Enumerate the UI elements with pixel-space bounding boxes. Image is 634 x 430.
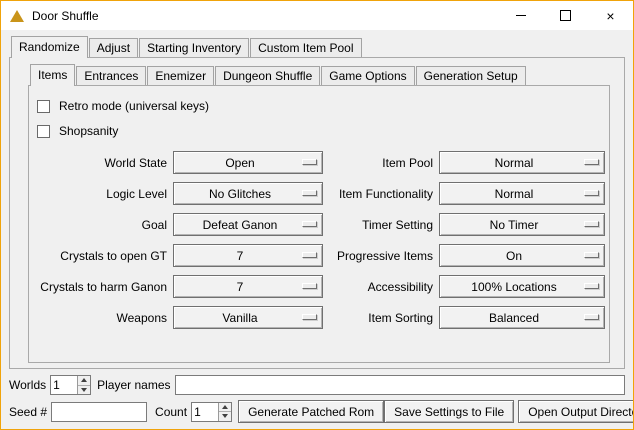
accessibility-dropdown[interactable]: 100% Locations	[439, 275, 605, 298]
arrow-up-icon	[81, 378, 87, 382]
maximize-icon	[560, 10, 571, 21]
tab-game-options[interactable]: Game Options	[321, 66, 414, 85]
shopsanity-checkbox[interactable]	[37, 125, 50, 138]
dropdown-indicator-icon	[584, 221, 599, 227]
item-sorting-label: Item Sorting	[329, 311, 433, 325]
retro-mode-checkrow[interactable]: Retro mode (universal keys)	[37, 96, 603, 116]
worlds-spinbox[interactable]	[50, 375, 91, 395]
door-shuffle-window: Door Shuffle × Randomize Adjust Starting…	[0, 0, 634, 430]
logic-level-label: Logic Level	[37, 187, 167, 201]
shopsanity-label: Shopsanity	[59, 124, 118, 138]
world-state-label: World State	[37, 156, 167, 170]
player-names-label: Player names	[97, 378, 170, 392]
count-spinbox[interactable]	[191, 402, 232, 422]
generate-patched-rom-button[interactable]: Generate Patched Rom	[238, 400, 384, 423]
dropdown-indicator-icon	[302, 252, 317, 258]
crystals-open-gt-dropdown[interactable]: 7	[173, 244, 323, 267]
logic-level-dropdown[interactable]: No Glitches	[173, 182, 323, 205]
tab-adjust[interactable]: Adjust	[89, 38, 138, 57]
dropdown-indicator-icon	[302, 283, 317, 289]
tab-generation-setup[interactable]: Generation Setup	[416, 66, 526, 85]
worlds-spin-arrows	[77, 376, 90, 394]
seed-input[interactable]	[51, 402, 147, 422]
arrow-down-icon	[81, 388, 87, 392]
dropdown-indicator-icon	[302, 159, 317, 165]
tab-starting-inventory[interactable]: Starting Inventory	[139, 38, 249, 57]
timer-setting-dropdown[interactable]: No Timer	[439, 213, 605, 236]
minimize-icon	[516, 15, 526, 16]
minimize-button[interactable]	[498, 1, 543, 30]
randomize-panel: Items Entrances Enemizer Dungeon Shuffle…	[9, 57, 625, 369]
dropdown-indicator-icon	[584, 159, 599, 165]
dropdown-indicator-icon	[584, 252, 599, 258]
world-state-dropdown[interactable]: Open	[173, 151, 323, 174]
tab-enemizer[interactable]: Enemizer	[147, 66, 214, 85]
dropdown-indicator-icon	[584, 190, 599, 196]
weapons-label: Weapons	[37, 311, 167, 325]
crystals-harm-ganon-dropdown[interactable]: 7	[173, 275, 323, 298]
goal-dropdown[interactable]: Defeat Ganon	[173, 213, 323, 236]
save-settings-button[interactable]: Save Settings to File	[384, 400, 514, 423]
titlebar: Door Shuffle ×	[1, 1, 633, 30]
progressive-items-label: Progressive Items	[329, 249, 433, 263]
count-spin-down[interactable]	[219, 411, 231, 421]
crystals-harm-ganon-label: Crystals to harm Ganon	[37, 280, 167, 294]
close-button[interactable]: ×	[588, 1, 633, 30]
shopsanity-checkrow[interactable]: Shopsanity	[37, 121, 603, 141]
goal-label: Goal	[37, 218, 167, 232]
dropdown-indicator-icon	[302, 190, 317, 196]
dropdown-indicator-icon	[584, 314, 599, 320]
player-names-input[interactable]	[175, 375, 626, 395]
items-panel: Retro mode (universal keys) Shopsanity W…	[28, 85, 610, 363]
outer-tab-bar: Randomize Adjust Starting Inventory Cust…	[9, 36, 625, 57]
tab-entrances[interactable]: Entrances	[76, 66, 146, 85]
arrow-down-icon	[222, 414, 228, 418]
item-pool-dropdown[interactable]: Normal	[439, 151, 605, 174]
retro-mode-label: Retro mode (universal keys)	[59, 99, 209, 113]
worlds-spin-up[interactable]	[78, 376, 90, 385]
count-label: Count	[155, 405, 187, 419]
arrow-up-icon	[222, 405, 228, 409]
client-area: Randomize Adjust Starting Inventory Cust…	[1, 30, 633, 423]
progressive-items-dropdown[interactable]: On	[439, 244, 605, 267]
item-sorting-dropdown[interactable]: Balanced	[439, 306, 605, 329]
weapons-dropdown[interactable]: Vanilla	[173, 306, 323, 329]
tab-items[interactable]: Items	[30, 64, 75, 86]
seed-row: Seed # Count Generate Patched Rom Save S…	[9, 400, 625, 423]
dropdown-indicator-icon	[302, 221, 317, 227]
worlds-label: Worlds	[9, 378, 46, 392]
options-grid: World State Open Item Pool Normal Logic …	[37, 151, 603, 329]
tab-dungeon-shuffle[interactable]: Dungeon Shuffle	[215, 66, 320, 85]
worlds-row: Worlds Player names	[9, 375, 625, 395]
window-title: Door Shuffle	[32, 9, 99, 23]
item-functionality-dropdown[interactable]: Normal	[439, 182, 605, 205]
item-functionality-label: Item Functionality	[329, 187, 433, 201]
accessibility-label: Accessibility	[329, 280, 433, 294]
dropdown-indicator-icon	[584, 283, 599, 289]
worlds-input[interactable]	[51, 376, 77, 394]
tab-randomize[interactable]: Randomize	[11, 36, 88, 58]
tab-custom-item-pool[interactable]: Custom Item Pool	[250, 38, 361, 57]
crystals-open-gt-label: Crystals to open GT	[37, 249, 167, 263]
count-spin-up[interactable]	[219, 403, 231, 412]
maximize-button[interactable]	[543, 1, 588, 30]
open-output-directory-button[interactable]: Open Output Directory	[518, 400, 634, 423]
seed-label: Seed #	[9, 405, 47, 419]
app-icon	[10, 10, 24, 22]
item-pool-label: Item Pool	[329, 156, 433, 170]
worlds-spin-down[interactable]	[78, 385, 90, 395]
inner-tab-bar: Items Entrances Enemizer Dungeon Shuffle…	[28, 64, 610, 85]
count-input[interactable]	[192, 403, 218, 421]
dropdown-indicator-icon	[302, 314, 317, 320]
timer-setting-label: Timer Setting	[329, 218, 433, 232]
footer: Worlds Player names Seed # Count	[9, 375, 625, 423]
retro-mode-checkbox[interactable]	[37, 100, 50, 113]
count-spin-arrows	[218, 403, 231, 421]
